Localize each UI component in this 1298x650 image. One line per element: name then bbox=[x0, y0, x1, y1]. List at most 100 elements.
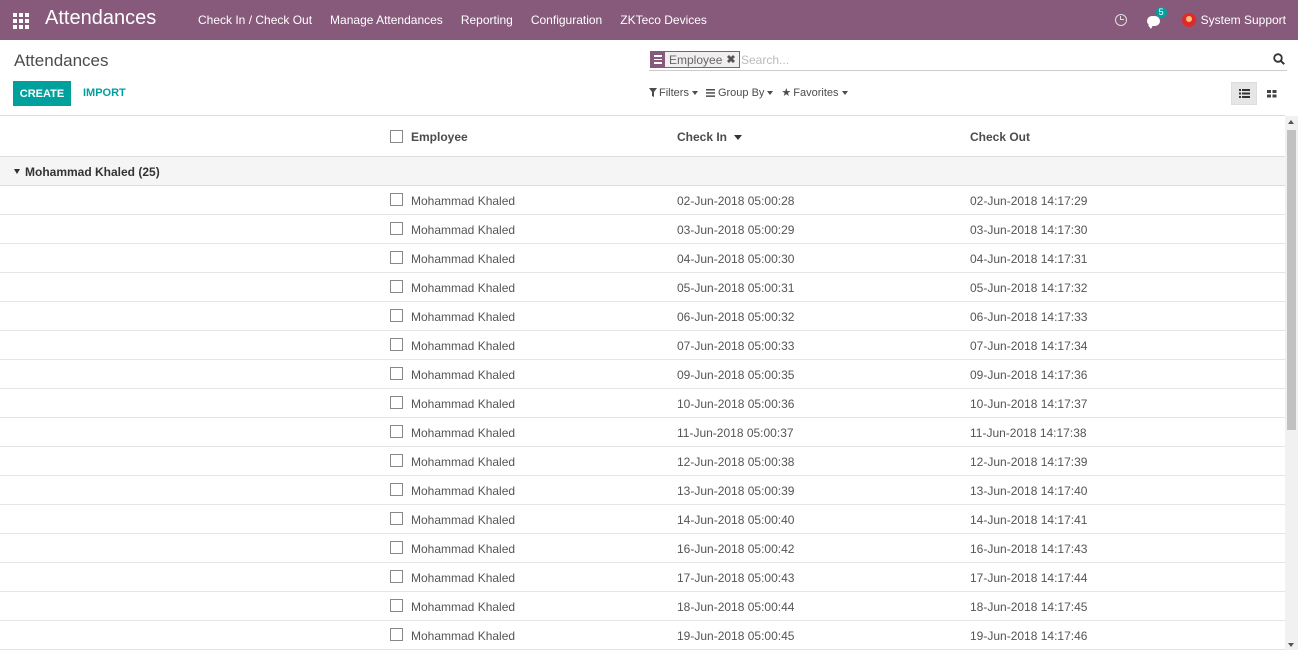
table-row[interactable]: Mohammad Khaled 04-Jun-2018 05:00:30 04-Ju… bbox=[0, 244, 1285, 273]
row-checkbox[interactable] bbox=[390, 193, 403, 206]
row-checkbox[interactable] bbox=[390, 483, 403, 496]
row-checkbox[interactable] bbox=[390, 338, 403, 351]
messages-button[interactable]: 5 bbox=[1146, 7, 1167, 29]
cell-check-in: 13-Jun-2018 05:00:39 bbox=[677, 484, 795, 498]
column-check-out[interactable]: Check Out bbox=[970, 130, 1030, 144]
user-avatar[interactable] bbox=[1181, 13, 1196, 27]
create-button[interactable]: CREATE bbox=[13, 81, 71, 106]
scroll-thumb[interactable] bbox=[1287, 130, 1296, 430]
filters-label: Filters bbox=[659, 86, 689, 99]
search-icon[interactable] bbox=[1273, 53, 1285, 65]
select-all-checkbox[interactable] bbox=[390, 130, 403, 143]
favorites-label: Favorites bbox=[793, 86, 839, 99]
search-options: Filters Group By ★ Favorites bbox=[649, 86, 848, 99]
scroll-down-icon[interactable] bbox=[1288, 643, 1294, 647]
row-checkbox[interactable] bbox=[390, 599, 403, 612]
table-row[interactable]: Mohammad Khaled 09-Jun-2018 05:00:35 09-Ju… bbox=[0, 360, 1285, 389]
menu-item-configuration[interactable]: Configuration bbox=[522, 13, 611, 27]
systray: 5 System Support bbox=[1114, 0, 1286, 40]
table-row[interactable]: Mohammad Khaled 03-Jun-2018 05:00:29 03-Ju… bbox=[0, 215, 1285, 244]
import-button[interactable]: IMPORT bbox=[83, 87, 126, 99]
top-navbar: Attendances Check In / Check Out Manage … bbox=[0, 0, 1298, 40]
table-row[interactable]: Mohammad Khaled 19-Jun-2018 05:00:45 19-Ju… bbox=[0, 621, 1285, 650]
table-row[interactable]: Mohammad Khaled 07-Jun-2018 05:00:33 07-Ju… bbox=[0, 331, 1285, 360]
cell-check-out: 09-Jun-2018 14:17:36 bbox=[970, 368, 1088, 382]
cell-check-out: 18-Jun-2018 14:17:45 bbox=[970, 600, 1088, 614]
table-row[interactable]: Mohammad Khaled 11-Jun-2018 05:00:37 11-Ju… bbox=[0, 418, 1285, 447]
table-row[interactable]: Mohammad Khaled 02-Jun-2018 05:00:28 02-Ju… bbox=[0, 186, 1285, 215]
row-checkbox[interactable] bbox=[390, 512, 403, 525]
table-row[interactable]: Mohammad Khaled 17-Jun-2018 05:00:43 17-Ju… bbox=[0, 563, 1285, 592]
filters-dropdown[interactable]: Filters bbox=[649, 87, 698, 99]
table-row[interactable]: Mohammad Khaled 12-Jun-2018 05:00:38 12-Ju… bbox=[0, 447, 1285, 476]
table-row[interactable]: Mohammad Khaled 16-Jun-2018 05:00:42 16-Ju… bbox=[0, 534, 1285, 563]
row-checkbox[interactable] bbox=[390, 570, 403, 583]
list-scrollbar[interactable] bbox=[1285, 116, 1298, 650]
app-title[interactable]: Attendances bbox=[45, 7, 156, 30]
group-by-dropdown[interactable]: Group By bbox=[705, 86, 774, 99]
group-row[interactable]: Mohammad Khaled (25) bbox=[0, 157, 1285, 186]
search-facet[interactable]: Employee ✖ bbox=[650, 51, 740, 68]
list-view-button[interactable] bbox=[1231, 82, 1257, 105]
table-row[interactable]: Mohammad Khaled 10-Jun-2018 05:00:36 10-Ju… bbox=[0, 389, 1285, 418]
cell-check-in: 12-Jun-2018 05:00:38 bbox=[677, 455, 795, 469]
table-row[interactable]: Mohammad Khaled 14-Jun-2018 05:00:40 14-Ju… bbox=[0, 505, 1285, 534]
row-checkbox[interactable] bbox=[390, 541, 403, 554]
row-checkbox[interactable] bbox=[390, 628, 403, 641]
row-checkbox[interactable] bbox=[390, 425, 403, 438]
cell-check-out: 10-Jun-2018 14:17:37 bbox=[970, 397, 1088, 411]
group-label: Mohammad Khaled (25) bbox=[25, 165, 160, 179]
activity-clock-icon[interactable] bbox=[1114, 14, 1127, 26]
row-checkbox[interactable] bbox=[390, 367, 403, 380]
column-check-in[interactable]: Check In bbox=[677, 130, 743, 144]
breadcrumb: Attendances bbox=[14, 51, 109, 70]
table-row[interactable]: Mohammad Khaled 05-Jun-2018 05:00:31 05-Ju… bbox=[0, 273, 1285, 302]
attendance-list: Employee Check In Check Out Mohammad Kha… bbox=[0, 115, 1285, 650]
filter-icon bbox=[649, 88, 657, 97]
cell-check-in: 18-Jun-2018 05:00:44 bbox=[677, 600, 795, 614]
table-row[interactable]: Mohammad Khaled 13-Jun-2018 05:00:39 13-Ju… bbox=[0, 476, 1285, 505]
cell-check-out: 06-Jun-2018 14:17:33 bbox=[970, 310, 1088, 324]
cell-employee: Mohammad Khaled bbox=[411, 571, 516, 585]
column-employee[interactable]: Employee bbox=[411, 130, 468, 144]
row-checkbox[interactable] bbox=[390, 280, 403, 293]
cell-employee: Mohammad Khaled bbox=[411, 513, 516, 527]
cell-employee: Mohammad Khaled bbox=[411, 629, 516, 643]
scroll-up-icon[interactable] bbox=[1288, 120, 1294, 124]
row-checkbox[interactable] bbox=[390, 309, 403, 322]
sort-desc-icon bbox=[734, 135, 743, 141]
cell-check-out: 14-Jun-2018 14:17:41 bbox=[970, 513, 1088, 527]
list-icon bbox=[1238, 89, 1250, 98]
cell-employee: Mohammad Khaled bbox=[411, 484, 516, 498]
kanban-icon bbox=[1267, 89, 1277, 97]
menu-item-manage-attendances[interactable]: Manage Attendances bbox=[321, 13, 452, 27]
remove-facet-icon[interactable]: ✖ bbox=[726, 53, 738, 66]
cell-check-in: 07-Jun-2018 05:00:33 bbox=[677, 339, 795, 353]
cell-check-out: 11-Jun-2018 14:17:38 bbox=[970, 426, 1087, 440]
row-checkbox[interactable] bbox=[390, 251, 403, 264]
row-checkbox[interactable] bbox=[390, 396, 403, 409]
cell-employee: Mohammad Khaled bbox=[411, 426, 516, 440]
search-input[interactable] bbox=[741, 51, 1241, 68]
row-checkbox[interactable] bbox=[390, 222, 403, 235]
cell-check-in: 02-Jun-2018 05:00:28 bbox=[677, 194, 795, 208]
cell-check-out: 02-Jun-2018 14:17:29 bbox=[970, 194, 1088, 208]
cell-check-in: 10-Jun-2018 05:00:36 bbox=[677, 397, 795, 411]
user-menu[interactable]: System Support bbox=[1201, 13, 1286, 27]
menu-item-check-in-out[interactable]: Check In / Check Out bbox=[189, 13, 321, 27]
row-checkbox[interactable] bbox=[390, 454, 403, 467]
menu-item-reporting[interactable]: Reporting bbox=[452, 13, 522, 27]
main-menu: Check In / Check Out Manage Attendances … bbox=[189, 0, 716, 40]
kanban-view-button[interactable] bbox=[1259, 82, 1285, 105]
cell-check-out: 03-Jun-2018 14:17:30 bbox=[970, 223, 1088, 237]
menu-item-zkteco-devices[interactable]: ZKTeco Devices bbox=[611, 13, 716, 27]
star-icon: ★ bbox=[781, 87, 792, 99]
apps-menu-icon[interactable] bbox=[13, 13, 29, 29]
table-row[interactable]: Mohammad Khaled 06-Jun-2018 05:00:32 06-Ju… bbox=[0, 302, 1285, 331]
group-by-facet-icon bbox=[651, 52, 665, 67]
cell-check-in: 16-Jun-2018 05:00:42 bbox=[677, 542, 795, 556]
group-by-label: Group By bbox=[717, 86, 765, 99]
table-row[interactable]: Mohammad Khaled 18-Jun-2018 05:00:44 18-Ju… bbox=[0, 592, 1285, 621]
favorites-dropdown[interactable]: ★ Favorites bbox=[781, 86, 848, 99]
cell-check-in: 11-Jun-2018 05:00:37 bbox=[677, 426, 794, 440]
